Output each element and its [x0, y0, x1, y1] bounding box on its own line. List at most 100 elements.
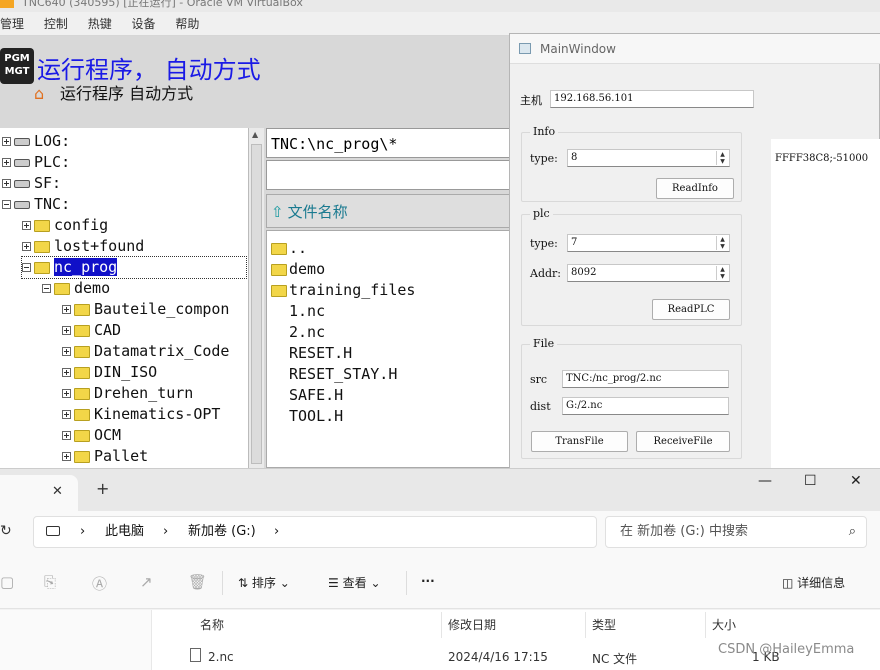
breadcrumb-separator-icon[interactable]: › [80, 517, 85, 547]
expand-icon[interactable] [62, 452, 71, 461]
more-options-button[interactable]: ··· [421, 574, 435, 588]
breadcrumb-drive-g[interactable]: 新加卷 (G:) [188, 517, 256, 547]
plc-type-spinbox[interactable]: 7 ▲ ▼ [567, 234, 730, 252]
tree-item[interactable]: CAD [62, 320, 121, 341]
explorer-tab[interactable]: ✕ [0, 475, 78, 511]
scrollbar-thumb[interactable] [251, 144, 262, 464]
expand-icon[interactable] [62, 305, 71, 314]
menu-hotkeys[interactable]: 热键 [88, 12, 112, 36]
navigation-pane[interactable] [0, 610, 152, 670]
column-divider[interactable] [441, 612, 442, 638]
tree-item[interactable]: lost+found [22, 236, 144, 257]
file-list-item[interactable]: RESET_STAY.H [289, 364, 397, 385]
dist-input[interactable]: G:/2.nc [562, 397, 729, 415]
rename-icon[interactable]: Ⓐ [92, 573, 107, 594]
expand-icon[interactable] [22, 221, 31, 230]
expand-icon[interactable] [62, 368, 71, 377]
scroll-up-icon[interactable]: ▲ [252, 130, 258, 139]
column-header-type[interactable]: 类型 [592, 616, 616, 633]
tree-item[interactable]: SF: [2, 173, 61, 194]
expand-icon[interactable] [2, 137, 11, 146]
close-tab-icon[interactable]: ✕ [52, 484, 63, 499]
read-info-button[interactable]: ReadInfo [656, 178, 734, 199]
search-input[interactable]: 在 新加卷 (G:) 中搜索 ⌕ [605, 516, 867, 548]
info-type-spinbox[interactable]: 8 ▲ ▼ [567, 149, 730, 167]
file-list-item[interactable]: 1.nc [289, 301, 325, 322]
spinbox-arrows-icon[interactable]: ▲ ▼ [716, 236, 728, 250]
file-list-item[interactable]: demo [271, 259, 325, 280]
menu-control[interactable]: 控制 [44, 12, 68, 36]
directory-tree[interactable]: LOG: PLC: SF: TNC: config lost+found nc_prog de… [0, 128, 248, 468]
file-list-item[interactable]: RESET.H [289, 343, 352, 364]
expand-icon[interactable] [62, 347, 71, 356]
expand-icon[interactable] [62, 410, 71, 419]
file-list[interactable]: .. demo training_files 1.nc 2.nc RESET.H RESET… [266, 230, 516, 468]
details-pane-button[interactable]: ◫ 详细信息 [782, 574, 845, 591]
expand-icon[interactable] [62, 326, 71, 335]
spinbox-arrows-icon[interactable]: ▲ ▼ [716, 266, 728, 280]
new-icon[interactable]: ▢ [0, 573, 14, 591]
main-window-titlebar[interactable]: MainWindow [510, 34, 880, 64]
read-plc-button[interactable]: ReadPLC [652, 299, 730, 320]
tree-item[interactable]: Drehen_turn [62, 383, 193, 404]
file-list-item[interactable]: TOOL.H [289, 406, 343, 427]
spinbox-arrows-icon[interactable]: ▲ ▼ [716, 151, 728, 165]
file-list-item[interactable]: training_files [271, 280, 415, 301]
sort-button[interactable]: ⇅ 排序 ⌄ [238, 574, 290, 591]
column-header-size[interactable]: 大小 [712, 616, 736, 633]
breadcrumb-separator-icon[interactable]: › [274, 517, 279, 547]
host-input[interactable]: 192.168.56.101 [550, 90, 754, 108]
tree-item[interactable]: nc_prog [21, 256, 247, 279]
expand-icon[interactable] [22, 242, 31, 251]
tree-item[interactable]: TNC: [2, 194, 70, 215]
menu-devices[interactable]: 设备 [132, 12, 156, 36]
tree-item[interactable]: Pallet [62, 446, 148, 467]
plc-addr-spinbox[interactable]: 8092 ▲ ▼ [567, 264, 730, 282]
file-row-name[interactable]: 2.nc [208, 650, 234, 664]
menu-help[interactable]: 帮助 [175, 12, 199, 36]
file-list-item[interactable]: SAFE.H [289, 385, 343, 406]
tree-item[interactable]: DIN_ISO [62, 362, 157, 383]
file-name-column-header[interactable]: ⇧ 文件名称 [266, 194, 516, 228]
close-window-button[interactable]: ✕ [850, 473, 862, 489]
delete-icon[interactable]: 🗑 [188, 573, 207, 591]
expand-icon[interactable] [62, 389, 71, 398]
tree-item[interactable]: Kinematics-OPT [62, 404, 220, 425]
collapse-icon[interactable] [42, 284, 51, 293]
file-list-item[interactable]: .. [271, 238, 307, 259]
maximize-button[interactable]: ☐ [804, 473, 817, 489]
menu-manage[interactable]: 管理 [0, 12, 24, 36]
refresh-icon[interactable]: ↻ [0, 523, 12, 539]
new-tab-button[interactable]: + [96, 479, 109, 498]
column-header-name[interactable]: 名称 [200, 616, 224, 633]
breadcrumb-this-pc[interactable]: 此电脑 [105, 517, 144, 547]
view-button[interactable]: ☰ 查看 ⌄ [328, 574, 381, 591]
minimize-button[interactable]: — [758, 473, 772, 489]
column-header-modified[interactable]: 修改日期 [448, 616, 496, 633]
expand-icon[interactable] [2, 158, 11, 167]
tree-item[interactable]: config [22, 215, 108, 236]
tree-item[interactable]: OCM [62, 425, 121, 446]
file-list-item[interactable]: 2.nc [289, 322, 325, 343]
src-input[interactable]: TNC:/nc_prog/2.nc [562, 370, 729, 388]
tree-item[interactable]: Bauteile_compon [62, 299, 229, 320]
collapse-icon[interactable] [2, 200, 11, 209]
tree-item[interactable]: PLC: [2, 152, 70, 173]
pgm-mgt-badge[interactable]: PGM MGT [0, 48, 34, 84]
breadcrumb[interactable]: › 此电脑 › 新加卷 (G:) › [33, 516, 597, 548]
search-icon[interactable]: ⌕ [849, 517, 856, 547]
expand-icon[interactable] [62, 431, 71, 440]
receive-file-button[interactable]: ReceiveFile [636, 431, 730, 452]
column-divider[interactable] [705, 612, 706, 638]
breadcrumb-separator-icon[interactable]: › [163, 517, 168, 547]
share-icon[interactable]: ↗ [140, 573, 153, 591]
expand-icon[interactable] [2, 179, 11, 188]
collapse-icon[interactable] [22, 263, 31, 272]
tree-item[interactable]: demo [42, 278, 110, 299]
tree-scrollbar[interactable]: ▲ [248, 128, 264, 468]
tree-item[interactable]: LOG: [2, 131, 70, 152]
trans-file-button[interactable]: TransFile [531, 431, 628, 452]
column-divider[interactable] [585, 612, 586, 638]
paste-icon[interactable]: ⎘ [44, 573, 56, 591]
tree-item[interactable]: Datamatrix_Code [62, 341, 229, 362]
